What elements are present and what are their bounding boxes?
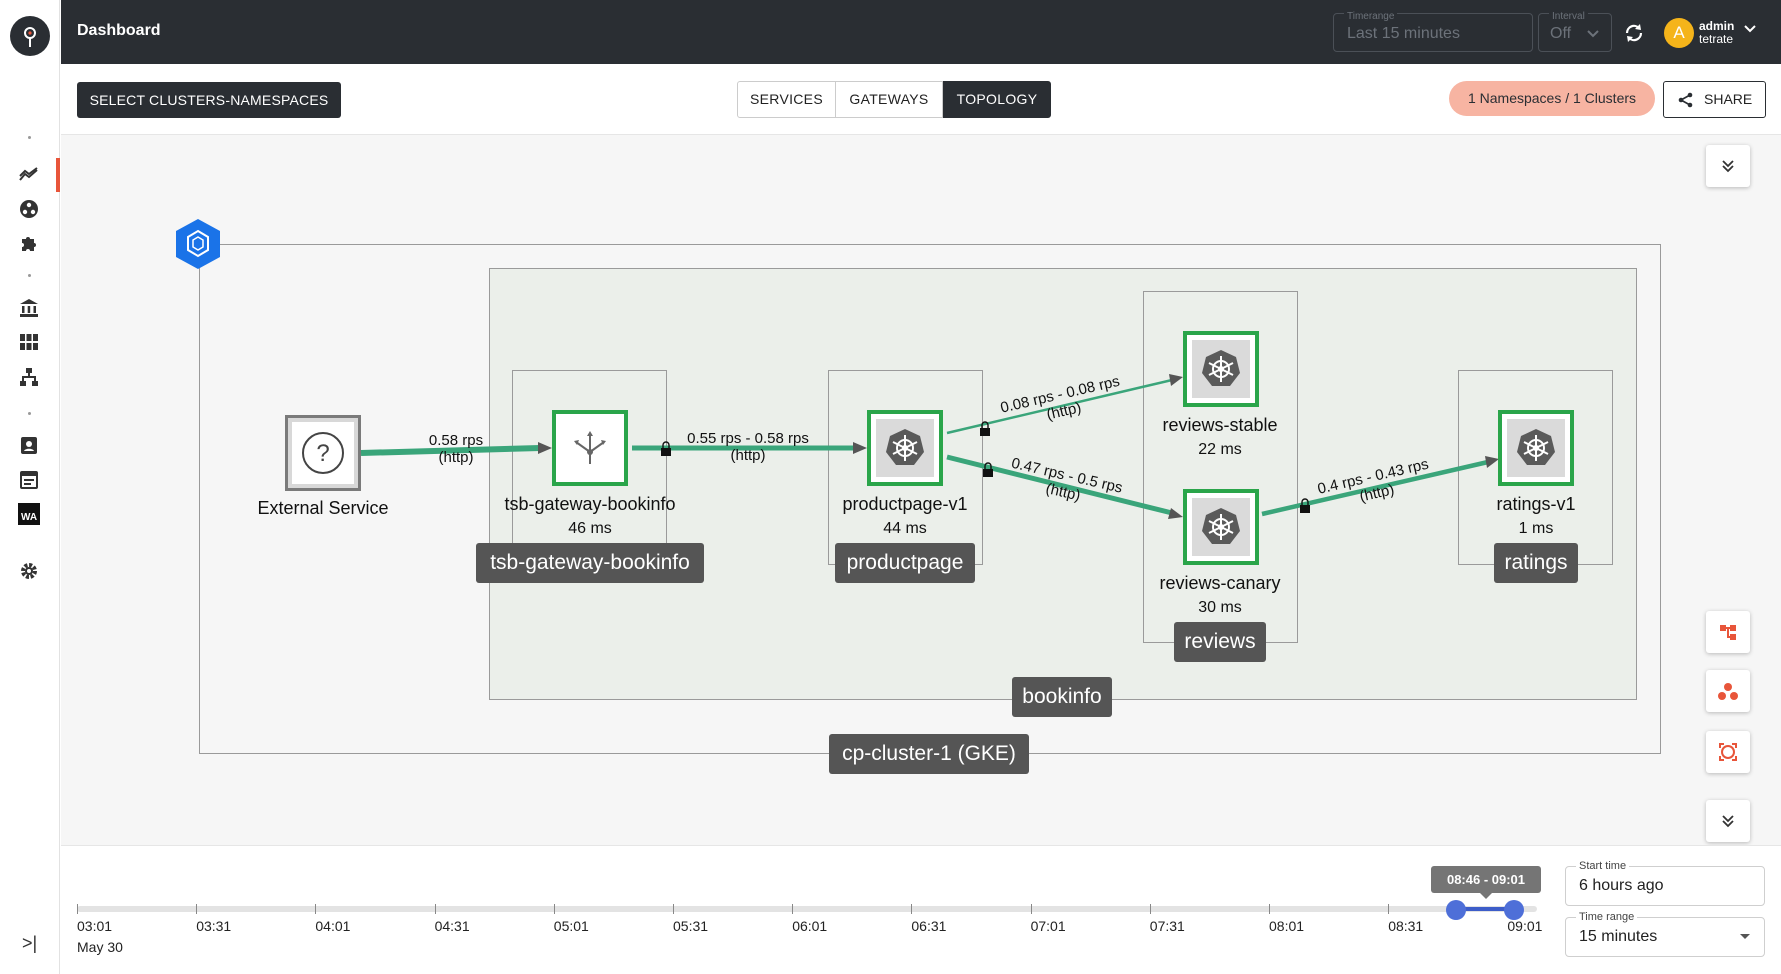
question-icon: ? <box>302 432 344 474</box>
timeline-tick <box>196 904 198 914</box>
dropdown-caret-icon <box>1740 934 1750 939</box>
reviews-stable-node[interactable] <box>1183 331 1259 407</box>
selected-range-badge: 08:46 - 09:01 <box>1431 866 1541 899</box>
timeline-tick-label: 07:31 <box>1149 918 1185 934</box>
node-name-reviews-canary: reviews-canary <box>1159 573 1281 593</box>
timeline-tick-label: 08:31 <box>1388 918 1424 934</box>
timeline-tick-label: 04:31 <box>434 918 470 934</box>
timeline-tick-label: 09:01 <box>1507 918 1543 934</box>
timeline-tick-label: 03:01 <box>77 918 113 934</box>
arrow-head-icon <box>1485 456 1499 468</box>
kubernetes-icon <box>1202 508 1240 544</box>
app-label-productpage[interactable]: productpage <box>835 543 975 583</box>
start-time-label: Start time <box>1576 860 1630 872</box>
tree-layout-icon <box>1720 625 1736 640</box>
ratings-node[interactable] <box>1498 410 1574 486</box>
timeline-tick <box>1030 904 1032 914</box>
node-latency-reviews-canary: 30 ms <box>1198 599 1242 616</box>
time-range-select[interactable]: Time range 15 minutes <box>1565 911 1765 957</box>
node-latency-productpage: 44 ms <box>883 520 927 537</box>
edge-protocol: (http) <box>438 449 474 466</box>
kubernetes-icon <box>886 429 924 465</box>
namespace-label[interactable]: bookinfo <box>1012 677 1112 717</box>
start-time-value: 6 hours ago <box>1579 877 1664 894</box>
node-name-reviews-stable: reviews-stable <box>1162 415 1278 435</box>
arrow-head-icon <box>853 442 867 454</box>
node-name-ratings: ratings-v1 <box>1496 494 1576 514</box>
cluster-layout-icon <box>1718 683 1738 700</box>
start-time-field[interactable]: Start time 6 hours ago <box>1565 860 1765 906</box>
timeline-date: May 30 <box>77 939 123 955</box>
edge-label-gateway-productpage: 0.55 rps - 0.58 rps (http) <box>673 430 823 464</box>
node-name-external: External Service <box>257 498 389 518</box>
node-latency-gateway: 46 ms <box>568 520 612 537</box>
fit-to-screen-button[interactable] <box>1706 731 1750 773</box>
app-label-ratings[interactable]: ratings <box>1494 543 1578 583</box>
reviews-canary-node[interactable] <box>1183 489 1259 565</box>
timeline-tick-label: 06:01 <box>792 918 828 934</box>
timeline-tick <box>315 904 317 914</box>
edge-rate: 0.58 rps <box>428 432 484 449</box>
range-end-handle[interactable] <box>1504 900 1524 920</box>
timeline-tick-label: 06:31 <box>911 918 947 934</box>
timeline-tick-label: 08:01 <box>1269 918 1305 934</box>
lock-icon <box>661 441 671 456</box>
timeline-tick <box>792 904 794 914</box>
edge-protocol: (http) <box>730 447 766 464</box>
timeline-panel: 03:01 03:31 04:01 04:31 05:01 05:31 06:01 06:31… <box>61 845 1781 974</box>
edge-rate: 0.55 rps - 0.58 rps <box>687 430 809 447</box>
app-label-gateway[interactable]: tsb-gateway-bookinfo <box>476 543 704 583</box>
timeline-tick-label: 05:01 <box>553 918 589 934</box>
fit-screen-icon <box>1719 743 1737 761</box>
timeline-tick <box>911 904 913 914</box>
arrow-head-icon <box>1169 374 1183 386</box>
timeline-tick <box>1388 904 1390 914</box>
layout-cluster-button[interactable] <box>1706 670 1750 712</box>
range-start-handle[interactable] <box>1446 900 1466 920</box>
double-chevron-down-icon <box>1722 160 1734 173</box>
gateway-icon <box>574 431 606 464</box>
timeline-tick-label: 04:01 <box>315 918 351 934</box>
time-range-value: 15 minutes <box>1579 928 1658 945</box>
timeline-axis[interactable] <box>77 906 1537 912</box>
timeline-tick-label: 05:31 <box>673 918 709 934</box>
timeline-tick <box>1269 904 1270 914</box>
app-label-reviews[interactable]: reviews <box>1174 622 1266 662</box>
kubernetes-icon <box>1202 350 1240 386</box>
time-range-label: Time range <box>1576 911 1638 923</box>
node-name-gateway: tsb-gateway-bookinfo <box>504 494 676 514</box>
external-service-node[interactable]: ? <box>285 415 361 491</box>
topology-edges <box>360 374 1499 519</box>
svg-text:?: ? <box>316 440 329 467</box>
cluster-label[interactable]: cp-cluster-1 (GKE) <box>829 734 1029 774</box>
collapse-panel-top-button[interactable] <box>1706 145 1750 187</box>
node-latency-ratings: 1 ms <box>1518 520 1554 537</box>
layout-tree-button[interactable] <box>1706 611 1750 653</box>
timeline-tick <box>77 904 78 914</box>
node-latency-reviews-stable: 22 ms <box>1198 441 1242 458</box>
node-name-productpage: productpage-v1 <box>842 494 968 514</box>
arrow-head-icon <box>1168 508 1183 519</box>
edge-label-external-gateway: 0.58 rps (http) <box>420 432 492 466</box>
timeline-tick-label: 03:31 <box>196 918 232 934</box>
kubernetes-icon <box>1517 429 1555 465</box>
double-chevron-down-icon <box>1722 815 1734 828</box>
collapse-panel-bottom-button[interactable] <box>1706 800 1750 842</box>
arrow-head-icon <box>538 442 552 454</box>
timeline-tick-label: 07:01 <box>1030 918 1066 934</box>
timeline-tick <box>553 904 555 914</box>
timeline-tick <box>673 904 674 914</box>
gateway-node[interactable] <box>552 410 628 486</box>
productpage-node[interactable] <box>867 410 943 486</box>
timeline-tick <box>434 904 436 914</box>
timeline-tick <box>1149 904 1151 914</box>
